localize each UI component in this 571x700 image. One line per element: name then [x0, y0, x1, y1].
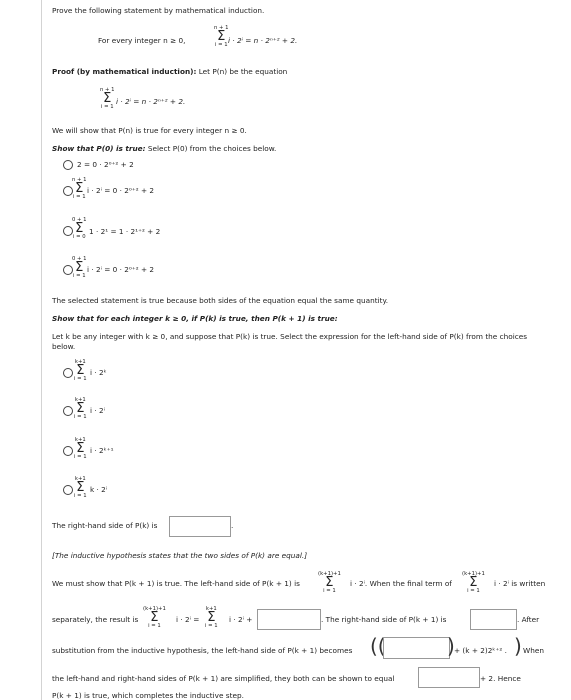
rhs-label: The right-hand side of P(k) is	[52, 521, 158, 530]
statement-rhs: i · 2ⁱ = n · 2ⁿ⁺² + 2.	[228, 36, 298, 45]
sum-bottom: i = 1	[214, 42, 228, 49]
show-pk-title: Show that for each integer k ≥ 0, if P(k…	[52, 314, 338, 323]
pk-choice-1-text: i · 2ⁱ	[90, 406, 105, 415]
pk-choice-3-radio[interactable]	[63, 485, 73, 495]
pk-choice-0-text: i · 2ᵏ	[90, 368, 107, 377]
statement-prefix: For every integer n ≥ 0,	[98, 36, 186, 45]
selected-statement-text: The selected statement is true because b…	[52, 296, 389, 305]
pk-choice-1-sum: k+1 Σi = 1	[74, 397, 87, 421]
must-show-part2: i · 2ⁱ. When the final term of	[350, 579, 452, 588]
close-paren-2: )	[514, 634, 522, 658]
separately-part1: separately, the result is	[52, 615, 139, 624]
must-show-part3: i · 2ⁱ is written	[494, 579, 546, 588]
statement-prefix-text: For every integer n ≥ 0,	[98, 36, 186, 45]
must-show-sum1: (k+1)+1 Σi = 1	[318, 571, 341, 595]
show-p0-title: Show that P(0) is true:	[52, 144, 146, 153]
we-show-text: We will show that P(n) is true for every…	[52, 126, 247, 135]
rhs-pk1-input[interactable]	[470, 609, 517, 630]
pn-sum-symbol: n + 1Σi = 1	[100, 87, 115, 111]
final-term-input[interactable]	[257, 609, 321, 630]
separately-part4: . After	[517, 615, 540, 624]
substitution-input[interactable]	[383, 637, 450, 659]
rhs-period: .	[231, 521, 234, 530]
show-p0-text: Select P(0) from the choices below.	[147, 144, 277, 153]
proof-line: Proof (by mathematical induction): Let P…	[52, 67, 288, 76]
must-show-part1: We must show that P(k + 1) is true. The …	[52, 579, 300, 588]
separately-mid: i · 2ⁱ =	[176, 615, 200, 624]
substitution-part2: + (k + 2)2ᵏ⁺² .	[454, 646, 507, 655]
separately-sumB: k+1 Σi = 1	[205, 606, 218, 630]
simplified-input[interactable]	[418, 667, 480, 688]
conclusion-text: P(k + 1) is true, which completes the in…	[52, 691, 244, 700]
substitution-part3: When	[523, 646, 544, 655]
p0-choice-2-sum: 0 + 1Σi = 0	[72, 217, 87, 241]
p0-choice-3-sum: 0 + 1Σi = 1	[72, 256, 87, 280]
pk-choice-3-text: k · 2ⁱ	[90, 485, 108, 494]
p0-choice-1-text: i · 2ⁱ = 0 · 2⁰⁺² + 2	[87, 186, 155, 195]
p0-choice-1-sum: n + 1Σi = 1	[72, 177, 87, 201]
pk-choice-0-sum: k+1 Σi = 1	[74, 359, 87, 383]
pk-choice-1-radio[interactable]	[63, 406, 73, 416]
pn-equation: i · 2ⁱ = n · 2ⁿ⁺² + 2.	[116, 97, 186, 106]
separately-part3: . The right-hand side of P(k + 1) is	[321, 615, 447, 624]
substitution-part1: substitution from the inductive hypothes…	[52, 646, 353, 655]
pk-choice-2-radio[interactable]	[63, 446, 73, 456]
final-part2: + 2. Hence	[480, 674, 521, 683]
proof-title: Proof (by mathematical induction):	[52, 67, 197, 76]
let-k-text: Let k be any integer with k ≥ 0, and sup…	[52, 332, 528, 341]
pk-choice-3-sum: k+1 Σi = 1	[74, 476, 87, 500]
separately-part2: i · 2ⁱ +	[229, 615, 253, 624]
inductive-note: [The inductive hypothesis states that th…	[52, 551, 308, 560]
show-p0-line: Show that P(0) is true: Select P(0) from…	[52, 144, 277, 153]
must-show-sum2: (k+1)+1 Σi = 1	[462, 571, 485, 595]
p0-choice-3-text: i · 2ⁱ = 0 · 2⁰⁺² + 2	[87, 265, 155, 274]
statement-sum-symbol: n + 1 Σ i = 1	[214, 25, 229, 49]
separately-sumA: (k+1)+1 Σi = 1	[143, 606, 166, 630]
rhs-input[interactable]	[169, 516, 231, 537]
p0-choice-0-radio[interactable]	[63, 160, 73, 170]
problem-card: Prove the following statement by mathema…	[41, 0, 571, 700]
pk-choice-2-sum: k+1 Σi = 1	[74, 437, 87, 461]
pk-choice-0-radio[interactable]	[63, 368, 73, 378]
final-part1: the left-hand and right-hand sides of P(…	[52, 674, 395, 683]
intro-text: Prove the following statement by mathema…	[52, 6, 265, 15]
let-k-text-2: below.	[52, 342, 76, 351]
p0-choice-0-text: 2 = 0 · 2⁰⁺² + 2	[77, 160, 134, 169]
proof-text: Let P(n) be the equation	[198, 67, 288, 76]
p0-choice-2-text: 1 · 2¹ = 1 · 2¹⁺² + 2	[89, 227, 161, 236]
pk-choice-2-text: i · 2ᵏ⁺¹	[90, 446, 114, 455]
